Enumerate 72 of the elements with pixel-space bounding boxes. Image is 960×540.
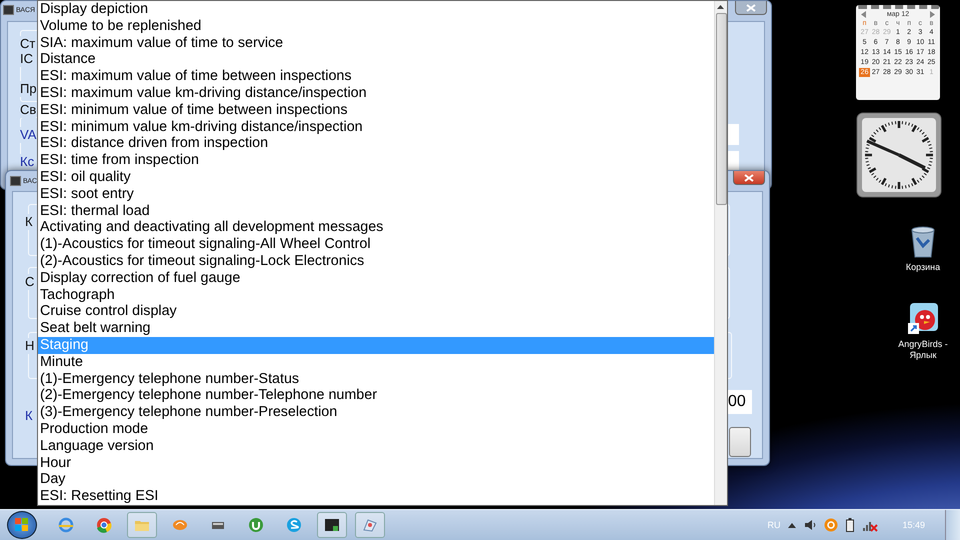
battery-icon[interactable] [846, 518, 854, 532]
field-label: Пр [20, 81, 37, 97]
list-item[interactable]: Day [38, 471, 714, 488]
scroll-thumb[interactable] [716, 13, 727, 205]
list-item[interactable]: Display correction of fuel gauge [38, 270, 714, 287]
list-item[interactable]: Distance [38, 51, 714, 68]
list-item[interactable]: (1)-Acoustics for timeout signaling-All Wheel Control [38, 236, 714, 253]
list-item[interactable]: ESI: Resetting ESI [38, 488, 714, 505]
list-item[interactable]: ESI: maximum value km-driving distance/inspection [38, 84, 714, 102]
field-label: Н [25, 338, 34, 354]
list-item[interactable]: Minute [38, 354, 714, 371]
list-item[interactable]: Cruise control display [38, 303, 714, 320]
scroll-up-icon[interactable] [717, 5, 724, 9]
list-item[interactable]: ESI: soot entry [38, 186, 714, 203]
shortcut-label: Корзина [904, 262, 942, 273]
desktop-shortcut[interactable]: AngryBirds - Ярлык [892, 303, 954, 361]
browser-e-icon [58, 517, 74, 533]
field-label: VA [20, 127, 36, 143]
browser-circle-icon [96, 517, 112, 533]
list-item[interactable]: SIA: maximum value of time to service [38, 34, 714, 52]
list-item[interactable]: ESI: oil quality [38, 168, 714, 186]
list-item[interactable]: ESI: maximum value of time between inspections [38, 68, 714, 85]
button[interactable] [729, 427, 751, 457]
list-item[interactable]: Language version [38, 438, 714, 455]
scrollbar[interactable] [714, 1, 727, 505]
list-item[interactable]: Seat belt warning [38, 320, 714, 337]
close-button[interactable] [735, 1, 767, 15]
tray-arrow-icon[interactable] [788, 522, 796, 528]
list-item[interactable]: (3)-Emergency telephone number-Preselection [38, 404, 714, 421]
close-button[interactable] [733, 171, 765, 185]
app-icon [10, 176, 21, 186]
list-item[interactable]: Volume to be replenished [38, 18, 714, 35]
list-item[interactable]: ESI: time from inspection [38, 152, 714, 169]
list-item[interactable]: Display depiction [38, 1, 714, 18]
field-label: IC [20, 51, 33, 67]
u-letter-icon [248, 517, 264, 533]
terminal-icon [324, 517, 340, 533]
windows-logo-icon [15, 518, 29, 532]
list-item[interactable]: Activating and deactivating all development messages [38, 219, 714, 236]
speaker-icon[interactable] [804, 519, 816, 531]
previous-icon[interactable] [861, 11, 866, 18]
list-item[interactable]: ESI: distance driven from inspection [38, 135, 714, 152]
field-label: Св [20, 102, 36, 118]
desktop-shortcut[interactable]: Корзина [892, 226, 954, 273]
list-item[interactable]: (2)-Acoustics for timeout signaling-Lock Electronics [38, 252, 714, 270]
bird-icon [908, 303, 938, 335]
next-icon[interactable] [930, 11, 935, 18]
close-icon [746, 4, 756, 12]
paint-icon [362, 517, 378, 533]
taskbar-button[interactable] [317, 512, 347, 538]
field-label: Кс [20, 154, 34, 170]
close-icon [744, 174, 754, 182]
shortcut-label: AngryBirds - Ярлык [897, 339, 949, 361]
field-label: Ст [20, 36, 36, 52]
list-item[interactable]: Tachograph [38, 286, 714, 304]
field-label: С [25, 274, 34, 290]
field-label: К [25, 214, 33, 230]
list-item[interactable]: ESI: minimum value of time between inspections [38, 102, 714, 119]
trash-bin-icon [910, 226, 936, 258]
list-item[interactable]: ESI: thermal load [38, 202, 714, 220]
ring-icon[interactable] [824, 518, 838, 532]
start-button[interactable] [7, 511, 37, 539]
app-icon [3, 5, 14, 15]
swirl-icon [172, 517, 188, 533]
s-letter-icon [286, 517, 302, 533]
list-item[interactable]: Hour [38, 454, 714, 472]
list-item[interactable]: ESI: minimum value km-driving distance/inspection [38, 118, 714, 136]
show-desktop-button[interactable] [945, 510, 960, 540]
list-item[interactable]: Production mode [38, 420, 714, 438]
list-item[interactable]: (2)-Emergency telephone number-Telephone number [38, 387, 714, 404]
input-field[interactable]: 00 [728, 390, 752, 414]
list-item[interactable]: (1)-Emergency telephone number-Status [38, 370, 714, 388]
